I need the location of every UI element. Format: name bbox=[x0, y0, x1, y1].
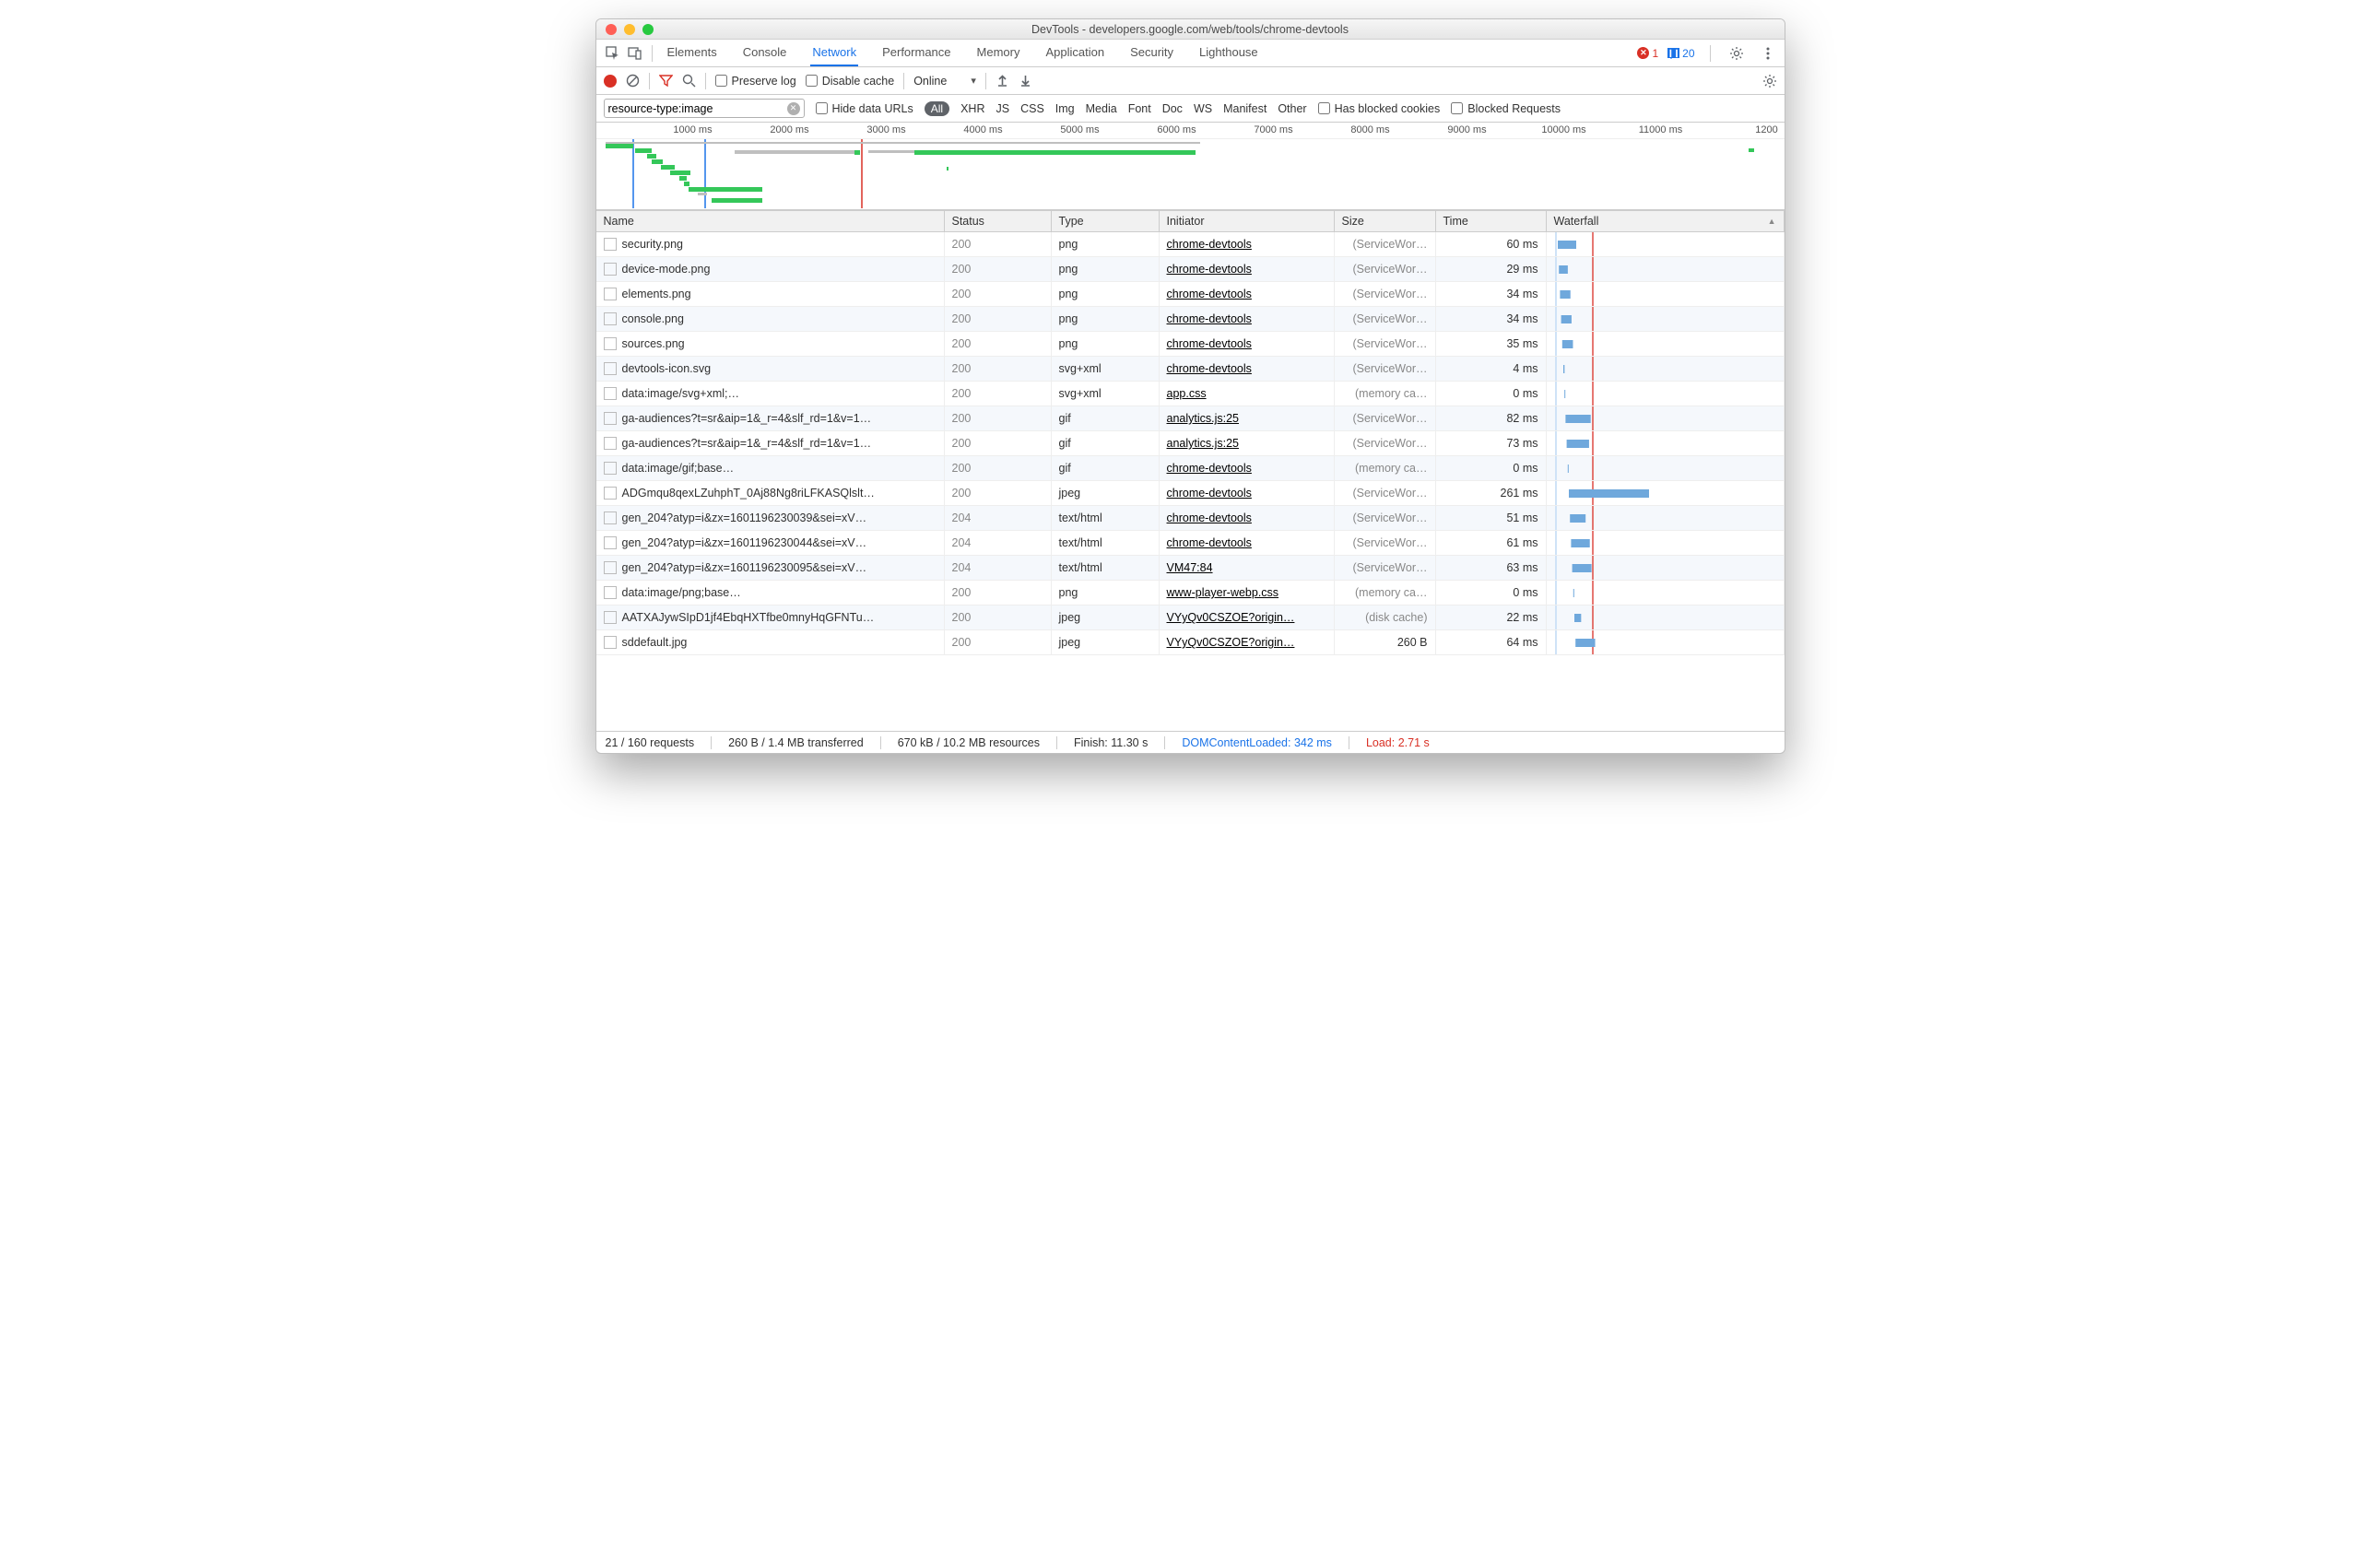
clear-icon[interactable] bbox=[626, 74, 640, 88]
titlebar: DevTools - developers.google.com/web/too… bbox=[596, 19, 1785, 40]
messages-badge[interactable]: ❙❙20 bbox=[1667, 47, 1694, 60]
tab-lighthouse[interactable]: Lighthouse bbox=[1197, 40, 1260, 66]
disable-cache-checkbox[interactable]: Disable cache bbox=[806, 75, 895, 88]
filter-type-all[interactable]: All bbox=[925, 101, 949, 116]
error-badge[interactable]: ✕1 bbox=[1637, 47, 1658, 60]
file-icon bbox=[604, 238, 617, 251]
sort-asc-icon: ▲ bbox=[1768, 217, 1776, 226]
table-row[interactable]: data:image/png;base…200pngwww-player-web… bbox=[596, 581, 1785, 606]
clear-filter-icon[interactable]: ✕ bbox=[787, 102, 800, 115]
tab-memory[interactable]: Memory bbox=[975, 40, 1022, 66]
table-row[interactable]: device-mode.png200pngchrome-devtools(Ser… bbox=[596, 257, 1785, 282]
file-icon bbox=[604, 586, 617, 599]
inspect-element-icon[interactable] bbox=[602, 42, 624, 65]
col-initiator[interactable]: Initiator bbox=[1160, 211, 1335, 231]
filter-input[interactable]: ✕ bbox=[604, 99, 805, 118]
filter-type-other[interactable]: Other bbox=[1278, 102, 1306, 115]
record-button[interactable] bbox=[604, 75, 617, 88]
tab-network[interactable]: Network bbox=[810, 40, 858, 66]
table-row[interactable]: ga-audiences?t=sr&aip=1&_r=4&slf_rd=1&v=… bbox=[596, 406, 1785, 431]
blocked-requests-checkbox[interactable]: Blocked Requests bbox=[1451, 102, 1561, 115]
file-icon bbox=[604, 511, 617, 524]
filter-type-img[interactable]: Img bbox=[1055, 102, 1075, 115]
tab-security[interactable]: Security bbox=[1128, 40, 1175, 66]
filter-type-font[interactable]: Font bbox=[1128, 102, 1151, 115]
col-status[interactable]: Status bbox=[945, 211, 1052, 231]
throttling-select[interactable]: Online bbox=[913, 75, 976, 88]
search-icon[interactable] bbox=[682, 74, 696, 88]
table-row[interactable]: sddefault.jpg200jpegVYyQv0CSZOE?origin…2… bbox=[596, 630, 1785, 655]
tab-performance[interactable]: Performance bbox=[880, 40, 952, 66]
filter-type-css[interactable]: CSS bbox=[1020, 102, 1044, 115]
file-icon bbox=[604, 387, 617, 400]
file-icon bbox=[604, 288, 617, 300]
filter-type-doc[interactable]: Doc bbox=[1162, 102, 1183, 115]
window-title: DevTools - developers.google.com/web/too… bbox=[596, 23, 1785, 36]
table-row[interactable]: console.png200pngchrome-devtools(Service… bbox=[596, 307, 1785, 332]
col-name[interactable]: Name bbox=[596, 211, 945, 231]
file-icon bbox=[604, 536, 617, 549]
upload-har-icon[interactable] bbox=[996, 74, 1009, 88]
timeline-overview[interactable]: 1000 ms2000 ms3000 ms4000 ms5000 ms6000 … bbox=[596, 123, 1785, 210]
filter-type-manifest[interactable]: Manifest bbox=[1223, 102, 1267, 115]
download-har-icon[interactable] bbox=[1019, 74, 1032, 88]
file-icon bbox=[604, 611, 617, 624]
file-icon bbox=[604, 561, 617, 574]
settings-icon[interactable] bbox=[1726, 42, 1748, 65]
filter-type-js[interactable]: JS bbox=[996, 102, 1010, 115]
table-row[interactable]: ADGmqu8qexLZuhphT_0Aj88Ng8riLFKASQlslt…2… bbox=[596, 481, 1785, 506]
table-row[interactable]: elements.png200pngchrome-devtools(Servic… bbox=[596, 282, 1785, 307]
file-icon bbox=[604, 487, 617, 500]
file-icon bbox=[604, 362, 617, 375]
request-table[interactable]: security.png200pngchrome-devtools(Servic… bbox=[596, 232, 1785, 731]
col-type[interactable]: Type bbox=[1052, 211, 1160, 231]
preserve-log-checkbox[interactable]: Preserve log bbox=[715, 75, 796, 88]
filter-type-media[interactable]: Media bbox=[1086, 102, 1117, 115]
col-size[interactable]: Size bbox=[1335, 211, 1436, 231]
more-icon[interactable] bbox=[1757, 42, 1779, 65]
file-icon bbox=[604, 437, 617, 450]
table-row[interactable]: gen_204?atyp=i&zx=1601196230095&sei=xV…2… bbox=[596, 556, 1785, 581]
panel-tabs: Elements Console Network Performance Memory A… bbox=[666, 40, 1260, 66]
filter-type-ws[interactable]: WS bbox=[1194, 102, 1212, 115]
file-icon bbox=[604, 312, 617, 325]
col-waterfall[interactable]: Waterfall▲ bbox=[1547, 211, 1785, 231]
table-row[interactable]: devtools-icon.svg200svg+xmlchrome-devtoo… bbox=[596, 357, 1785, 382]
table-row[interactable]: gen_204?atyp=i&zx=1601196230039&sei=xV…2… bbox=[596, 506, 1785, 531]
tab-application[interactable]: Application bbox=[1043, 40, 1106, 66]
table-row[interactable]: security.png200pngchrome-devtools(Servic… bbox=[596, 232, 1785, 257]
table-header[interactable]: Name Status Type Initiator Size Time Wat… bbox=[596, 210, 1785, 232]
network-settings-icon[interactable] bbox=[1762, 74, 1777, 88]
filter-type-xhr[interactable]: XHR bbox=[960, 102, 984, 115]
file-icon bbox=[604, 337, 617, 350]
tab-elements[interactable]: Elements bbox=[666, 40, 719, 66]
table-row[interactable]: AATXAJywSIpD1jf4EbqHXTfbe0mnyHqGFNTu…200… bbox=[596, 606, 1785, 630]
table-row[interactable]: ga-audiences?t=sr&aip=1&_r=4&slf_rd=1&v=… bbox=[596, 431, 1785, 456]
status-bar: 21 / 160 requests 260 B / 1.4 MB transfe… bbox=[596, 731, 1785, 753]
file-icon bbox=[604, 263, 617, 276]
table-row[interactable]: gen_204?atyp=i&zx=1601196230044&sei=xV…2… bbox=[596, 531, 1785, 556]
device-toolbar-icon[interactable] bbox=[624, 42, 646, 65]
file-icon bbox=[604, 462, 617, 475]
file-icon bbox=[604, 636, 617, 649]
table-row[interactable]: sources.png200pngchrome-devtools(Service… bbox=[596, 332, 1785, 357]
has-blocked-cookies-checkbox[interactable]: Has blocked cookies bbox=[1318, 102, 1441, 115]
file-icon bbox=[604, 412, 617, 425]
hide-data-urls-checkbox[interactable]: Hide data URLs bbox=[816, 102, 913, 115]
table-row[interactable]: data:image/svg+xml;…200svg+xmlapp.css(me… bbox=[596, 382, 1785, 406]
filter-icon[interactable] bbox=[659, 74, 673, 88]
col-time[interactable]: Time bbox=[1436, 211, 1547, 231]
table-row[interactable]: data:image/gif;base…200gifchrome-devtool… bbox=[596, 456, 1785, 481]
tab-console[interactable]: Console bbox=[741, 40, 789, 66]
